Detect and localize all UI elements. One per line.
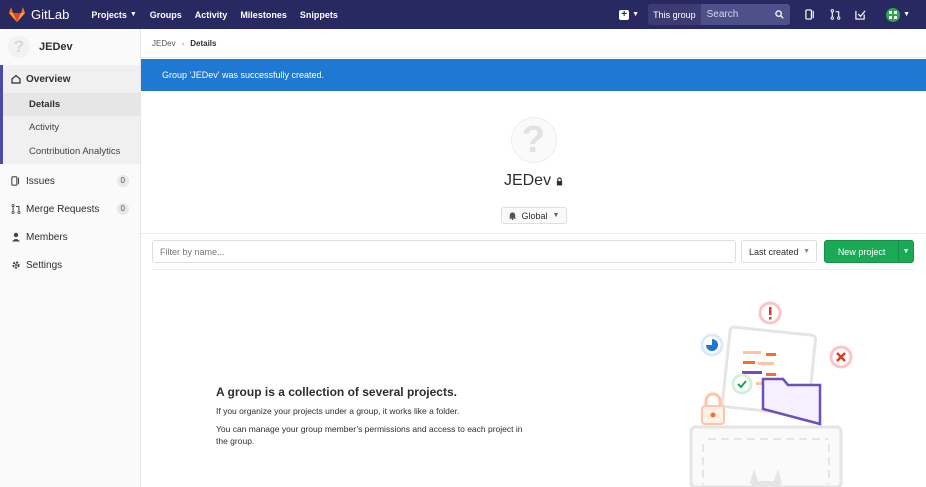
chevron-down-icon: ▼ [803,248,810,255]
chevron-down-icon: ▼ [552,212,560,219]
breadcrumb: JEDev › Details [141,29,926,58]
issues-icon[interactable] [805,9,816,20]
sidebar-item-merge-requests[interactable]: Merge Requests 0 [0,195,140,223]
nav-projects[interactable]: Projects ▼ [91,10,136,20]
chevron-down-icon: ▼ [632,11,640,18]
bell-icon [508,212,516,220]
settings-icon [10,260,21,270]
group-title: JEDev [503,172,552,189]
nav-snippets[interactable]: Snippets [300,10,338,20]
projects-filter-bar: Filter by name... Last created ▼ New pro… [152,240,914,264]
breadcrumb-current: Details [190,38,217,48]
empty-state-text: You can manage your group member’s permi… [216,424,523,446]
nav-milestones-label: Milestones [240,9,287,20]
chevron-down-icon: ▼ [903,11,910,18]
sidebar-item-members[interactable]: Members [0,223,140,251]
sidebar-item-label: Merge Requests [26,203,100,215]
flash-message: Group 'JEDev' was successfully created. [162,70,324,80]
new-project-label: New project [837,246,886,257]
merge-requests-count-badge: 0 [116,203,129,215]
divider [152,269,914,270]
nav-groups[interactable]: Groups [150,10,182,20]
gitlab-logo[interactable]: GitLab [9,7,69,22]
filter-by-name-input[interactable]: Filter by name... [152,240,736,263]
sort-dropdown[interactable]: Last created ▼ [741,240,817,263]
avatar [886,7,901,22]
nav-activity[interactable]: Activity [195,10,228,20]
empty-state-text: If you organize your projects under a gr… [216,406,460,416]
empty-state-title: A group is a collection of several proje… [216,385,457,399]
home-icon [10,74,21,84]
empty-state: A group is a collection of several proje… [216,385,536,447]
sidebar-item-issues[interactable]: Issues 0 [0,167,140,195]
chevron-right-icon: › [181,38,185,48]
plus-icon: + [619,9,630,20]
breadcrumb-group-link[interactable]: JEDev [152,39,176,48]
sidebar: ? JEDev Overview Details Activity Contri… [0,29,141,487]
search-scope-badge: This group [648,4,701,25]
new-project-button[interactable]: New project ▼ [824,240,914,263]
group-avatar-icon: ? [8,36,30,58]
nav-snippets-label: Snippets [299,9,338,20]
sidebar-item-settings[interactable]: Settings [0,251,140,279]
top-navbar: GitLab Projects ▼ Groups Activity Milest… [0,0,926,29]
tanuki-icon [9,7,25,22]
sidebar-item-label: Issues [26,175,55,187]
sidebar-item-contribution-analytics[interactable]: Contribution Analytics [0,139,140,164]
merge-request-icon[interactable] [830,9,841,20]
sidebar-item-label: Settings [26,259,63,271]
notification-level: Global [521,210,548,221]
empty-state-illustration [689,301,853,487]
merge-request-icon [10,204,21,214]
user-menu[interactable]: ▼ [880,7,910,22]
sidebar-group-name: JEDev [39,41,73,53]
main-content: JEDev › Details Group 'JEDev' was succes… [141,29,926,487]
chevron-down-icon: ▼ [129,11,137,18]
members-icon [10,232,21,242]
sidebar-item-activity[interactable]: Activity [0,116,140,139]
nav-groups-label: Groups [149,9,182,20]
sidebar-item-details[interactable]: Details [0,93,140,116]
search-icon [775,10,784,19]
notification-dropdown[interactable]: Global ▼ [500,207,567,224]
brand-name: GitLab [31,7,70,22]
nav-activity-label: Activity [194,9,228,20]
divider [141,233,926,234]
todo-icon[interactable] [855,9,866,20]
lock-icon [556,177,563,186]
nav-milestones[interactable]: Milestones [240,10,287,20]
flash-notice: Group 'JEDev' was successfully created. [141,59,926,91]
chevron-down-icon[interactable]: ▼ [898,241,913,262]
issues-icon [10,176,21,186]
nav-projects-label: Projects [91,9,127,20]
sidebar-item-label: Overview [26,73,71,85]
sort-label: Last created [749,246,799,257]
search-bar[interactable]: This group Search [648,4,791,25]
search-input[interactable]: Search [707,9,775,20]
group-header: ? JEDev Global ▼ [141,117,926,224]
sidebar-item-label: Members [26,231,68,243]
new-dropdown-button[interactable]: + ▼ [619,9,640,20]
sidebar-item-overview[interactable]: Overview [0,65,140,93]
sidebar-group-header[interactable]: ? JEDev [0,29,140,65]
group-avatar-icon: ? [510,117,557,163]
issues-count-badge: 0 [116,175,129,187]
